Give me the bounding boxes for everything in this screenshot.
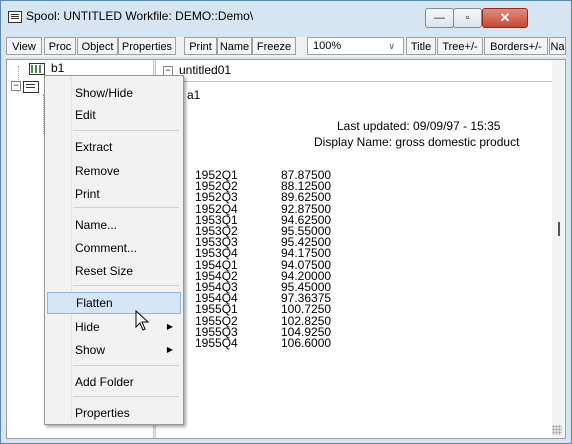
window-title: Spool: UNTITLED Workfile: DEMO::Demo\ [26,9,254,23]
close-button[interactable]: ✕ [482,8,528,28]
submenu-arrow-icon: ▶ [166,322,173,331]
menu-item-label: Hide [75,320,100,334]
names-toggle-button[interactable]: Na [549,37,566,55]
output-pane: − untitled01 a1 Last updated: 09/09/97 - … [157,60,552,438]
observation-date: 1955Q4 [195,336,238,350]
spool-toolbar: View Proc Object Properties Print Name F… [6,37,566,57]
menu-separator [73,207,179,208]
tree-item-label: b1 [51,61,65,75]
zoom-value: 100% [313,40,342,52]
menu-separator [73,365,179,366]
table-icon [29,62,45,75]
minimize-button[interactable]: — [425,8,454,28]
title-bar[interactable]: Spool: UNTITLED Workfile: DEMO::Demo\ — … [1,1,571,31]
borders-toggle-button[interactable]: Borders+/- [484,37,548,55]
properties-button[interactable]: Properties [118,37,176,55]
tree-item-b1[interactable]: b1 [29,60,64,76]
display-name-text: Display Name: gross domestic product [314,135,520,149]
last-updated-text: Last updated: 09/09/97 - 15:35 [337,119,501,133]
menu-item-label: Show [75,343,106,357]
tree-toggle-button[interactable]: Tree+/- [437,37,483,55]
mouse-pointer-icon [135,310,150,331]
menu-item-extract[interactable]: Extract [47,136,181,158]
header-divider [157,81,552,82]
maximize-icon: ▫ [465,12,470,24]
name-button[interactable]: Name [217,37,252,55]
menu-item-comment[interactable]: Comment... [47,237,181,259]
spool-window-icon [8,11,22,23]
maximize-button[interactable]: ▫ [453,8,482,28]
menu-item-remove[interactable]: Remove [47,160,181,182]
print-button[interactable]: Print [184,37,217,55]
scrollbar-thumb[interactable] [558,222,560,236]
menu-separator [73,396,179,397]
menu-separator [73,285,179,286]
menu-item-edit[interactable]: Edit [47,104,181,126]
menu-separator [73,130,179,131]
chevron-down-icon: ∨ [388,41,395,51]
menu-item-flatten[interactable]: Flatten [47,292,181,314]
title-button[interactable]: Title [406,37,436,55]
close-icon: ✕ [499,10,511,25]
menu-item-name[interactable]: Name... [47,214,181,236]
proc-button[interactable]: Proc [44,37,76,55]
output-header-title: untitled01 [179,63,232,77]
minimize-icon: — [434,12,445,24]
menu-item-show[interactable]: Show ▶ [47,339,181,361]
resize-grip[interactable] [552,425,562,435]
freeze-button[interactable]: Freeze [252,37,296,55]
menu-item-print[interactable]: Print [47,183,181,205]
zoom-select[interactable]: 100% ∨ [307,37,404,55]
view-button[interactable]: View [6,37,42,55]
submenu-arrow-icon: ▶ [166,345,173,354]
observation-value: 106.6000 [281,336,332,350]
collapse-icon[interactable]: − [11,81,21,91]
vertical-scrollbar[interactable] [552,60,565,438]
menu-item-show-hide[interactable]: Show/Hide [47,82,181,104]
menu-item-reset-size[interactable]: Reset Size [47,260,181,282]
menu-item-properties[interactable]: Properties [47,402,181,424]
menu-item-add-folder[interactable]: Add Folder [47,371,181,393]
series-name: a1 [187,88,201,102]
context-menu: Show/Hide Edit Extract Remove Print Name… [44,75,184,425]
spool-icon [23,80,39,93]
object-button[interactable]: Object [77,37,118,55]
menu-item-hide[interactable]: Hide ▶ [47,316,181,338]
